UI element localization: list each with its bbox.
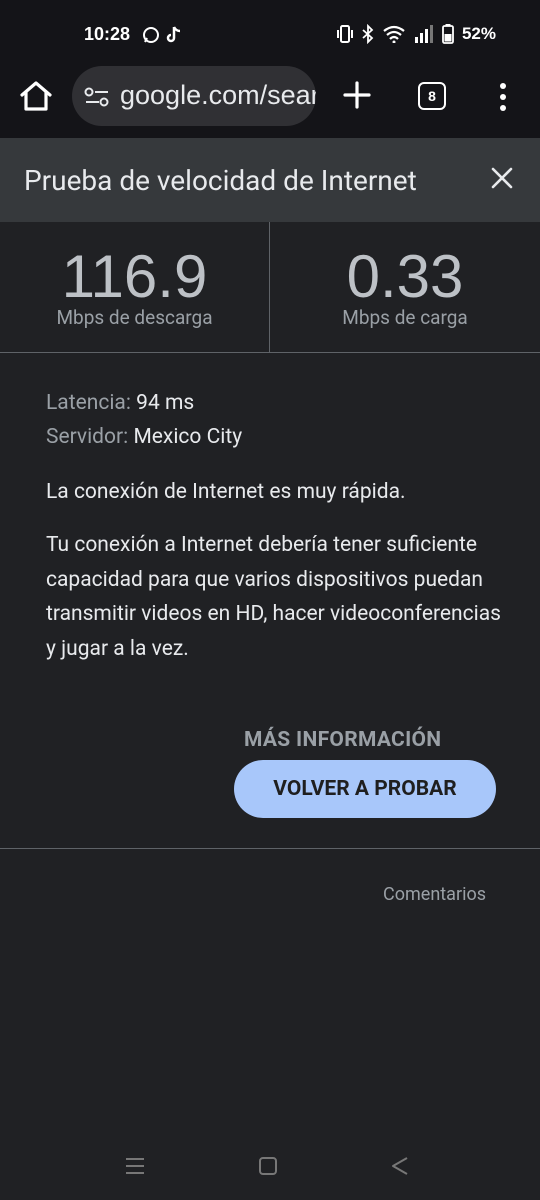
recent-apps-icon[interactable] xyxy=(124,1156,146,1176)
tab-switcher-button[interactable]: 8 xyxy=(418,82,446,110)
card-title: Prueba de velocidad de Internet xyxy=(24,164,417,197)
upload-unit: Mbps de carga xyxy=(342,306,468,329)
home-icon[interactable] xyxy=(18,78,54,114)
latency-row: Latencia: 94 ms xyxy=(46,386,506,420)
speed-summary: La conexión de Internet es muy rápida. xyxy=(46,480,406,504)
more-menu-icon[interactable] xyxy=(494,80,512,114)
tiktok-icon xyxy=(166,26,181,43)
close-icon[interactable] xyxy=(490,166,514,190)
upload-result: 0.33 Mbps de carga xyxy=(270,222,540,352)
battery-percent: 52% xyxy=(461,24,496,43)
bluetooth-icon xyxy=(362,24,374,44)
test-details: Latencia: 94 ms Servidor: Mexico City xyxy=(46,386,506,454)
home-nav-icon[interactable] xyxy=(258,1156,278,1176)
new-tab-icon[interactable] xyxy=(340,78,374,112)
speed-description: Tu conexión a Internet debería tener suf… xyxy=(46,533,501,661)
feedback-link[interactable]: Comentarios xyxy=(383,884,486,905)
browser-toolbar: google.com/search?q=speed+test 8 xyxy=(0,62,540,138)
status-time: 10:28 xyxy=(84,24,131,44)
url-bar[interactable]: google.com/search?q=speed+test xyxy=(72,66,316,126)
site-settings-icon[interactable] xyxy=(84,86,110,108)
whatsapp-icon xyxy=(143,27,159,43)
server-row: Servidor: Mexico City xyxy=(46,420,506,454)
divider xyxy=(0,848,540,849)
server-label: Servidor: xyxy=(46,425,129,449)
download-unit: Mbps de descarga xyxy=(56,306,213,329)
battery-icon xyxy=(442,24,454,44)
download-result: 116.9 Mbps de descarga xyxy=(0,222,270,352)
back-icon[interactable] xyxy=(390,1156,410,1176)
system-nav-bar xyxy=(0,1140,540,1200)
download-value: 116.9 xyxy=(61,243,208,310)
signal-icon xyxy=(414,25,433,43)
speed-test-header: Prueba de velocidad de Internet xyxy=(0,138,540,222)
server-value: Mexico City xyxy=(133,425,243,449)
url-text[interactable]: google.com/search?q=speed+test xyxy=(120,80,316,111)
retry-button[interactable]: VOLVER A PROBAR xyxy=(234,760,496,818)
wifi-icon xyxy=(383,25,405,43)
vibrate-icon xyxy=(336,25,353,43)
latency-label: Latencia: xyxy=(46,391,131,415)
upload-value: 0.33 xyxy=(346,243,464,310)
more-info-link[interactable]: MÁS INFORMACIÓN xyxy=(244,728,441,752)
latency-value: 94 ms xyxy=(136,391,195,415)
speed-results: 116.9 Mbps de descarga 0.33 Mbps de carg… xyxy=(0,222,540,353)
